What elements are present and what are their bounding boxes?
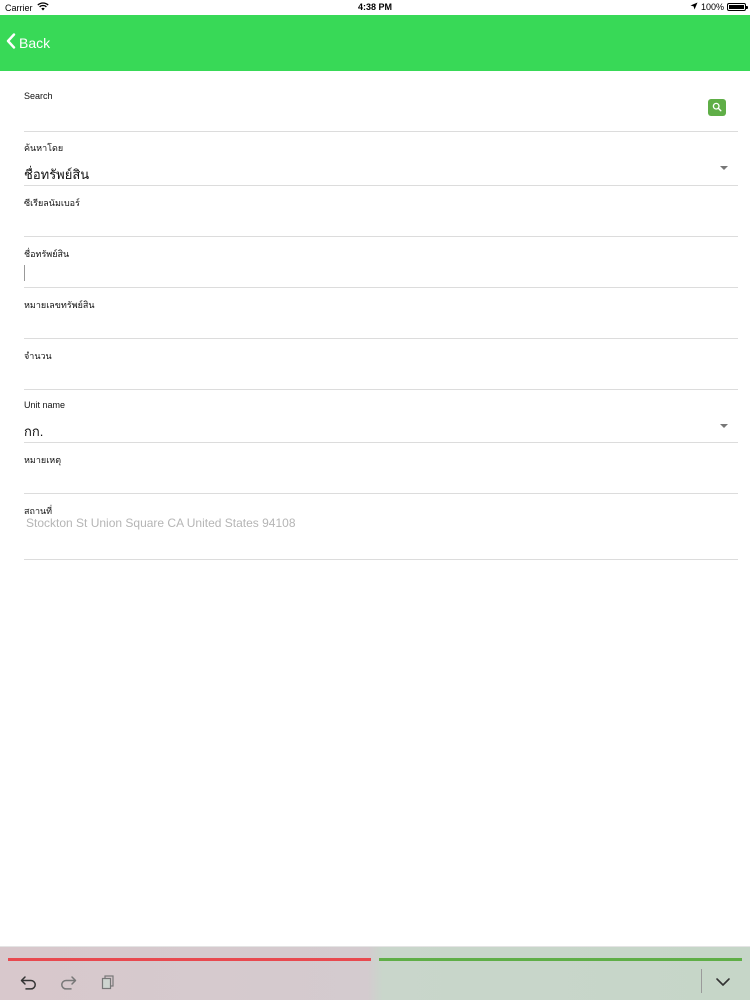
search-by-field[interactable]: ค้นหาโดย ชื่อทรัพย์สิน: [24, 132, 738, 186]
paste-icon[interactable]: [99, 973, 117, 991]
location-arrow-icon: [690, 2, 698, 12]
note-field: หมายเหตุ: [24, 443, 738, 494]
serial-number-input[interactable]: [24, 214, 684, 228]
search-input[interactable]: [24, 107, 684, 121]
quantity-label: จำนวน: [24, 351, 52, 361]
search-field: Search: [24, 71, 738, 132]
status-right: 100%: [690, 2, 748, 12]
back-button[interactable]: Back: [6, 33, 50, 52]
text-cursor: [24, 265, 25, 281]
navigation-bar: Back: [0, 15, 750, 71]
quantity-field: จำนวน: [24, 339, 738, 390]
keyboard-assistant-bar: [0, 946, 750, 1000]
search-icon: [712, 99, 722, 117]
note-label: หมายเหตุ: [24, 455, 62, 465]
unit-name-field[interactable]: Unit name กก.: [24, 390, 738, 443]
redo-icon[interactable]: [59, 973, 77, 991]
asset-name-field: ชื่อทรัพย์สิน: [24, 237, 738, 288]
battery-icon: [727, 3, 748, 11]
unit-name-value: กก.: [24, 424, 44, 439]
quantity-input[interactable]: [24, 367, 684, 381]
toolbar-divider: [701, 969, 702, 993]
status-time: 4:38 PM: [357, 2, 392, 12]
back-label: Back: [19, 34, 51, 51]
cancel-button-edge[interactable]: [8, 958, 371, 961]
search-button[interactable]: [708, 99, 726, 116]
asset-number-field: หมายเลขทรัพย์สิน: [24, 288, 738, 339]
search-by-value: ชื่อทรัพย์สิน: [24, 167, 90, 182]
note-input[interactable]: [24, 471, 684, 485]
screen: Carrier 4:38 PM 100% Back Search ค้นหาโด…: [0, 0, 750, 1000]
asset-name-label: ชื่อทรัพย์สิน: [24, 249, 70, 259]
battery-fill: [729, 5, 744, 9]
search-label: Search: [24, 91, 53, 101]
battery-percent: 100%: [700, 2, 724, 12]
unit-name-label: Unit name: [24, 400, 66, 410]
serial-number-label: ซีเรียลนัมเบอร์: [24, 198, 80, 208]
location-field: สถานที่ Stockton St Union Square CA Unit…: [24, 494, 738, 560]
dropdown-arrow-icon: [720, 166, 728, 170]
asset-form: Search ค้นหาโดย ชื่อทรัพย์สิน ซีเรียลนัม…: [24, 71, 738, 560]
chevron-left-icon: [6, 33, 16, 52]
undo-icon[interactable]: [20, 973, 38, 991]
search-by-label: ค้นหาโดย: [24, 143, 64, 153]
chevron-down-icon[interactable]: [714, 973, 732, 991]
serial-number-field: ซีเรียลนัมเบอร์: [24, 186, 738, 237]
dropdown-arrow-icon: [720, 424, 728, 428]
status-bar: Carrier 4:38 PM 100%: [0, 0, 750, 15]
location-value: Stockton St Union Square CA United State…: [26, 516, 296, 530]
asset-name-input[interactable]: [27, 265, 687, 279]
asset-number-label: หมายเลขทรัพย์สิน: [24, 300, 95, 310]
asset-number-input[interactable]: [24, 316, 684, 330]
save-button-edge[interactable]: [379, 958, 742, 961]
